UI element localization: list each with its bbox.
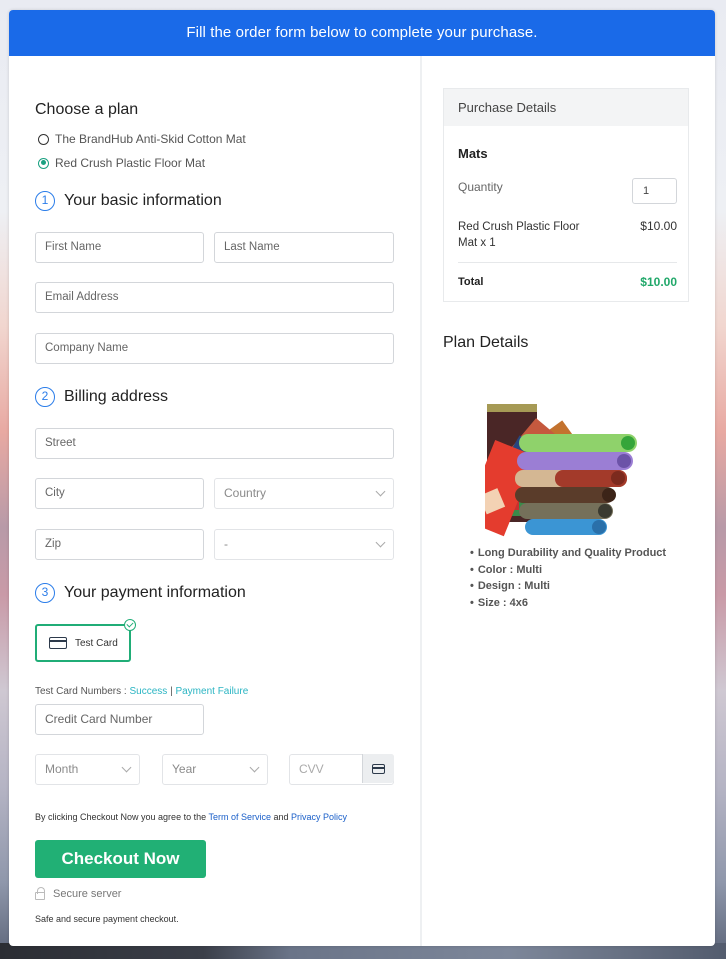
year-select[interactable]: Year [162,754,268,785]
checkout-now-button[interactable]: Checkout Now [35,840,206,878]
step-number-badge: 1 [35,191,55,211]
last-name-input[interactable]: Last Name [214,232,394,263]
product-image [485,404,637,537]
order-form-card: Fill the order form below to complete yo… [9,10,715,946]
terms-prefix: By clicking Checkout Now you agree to th… [35,812,207,822]
chevron-down-icon [249,762,260,773]
country-select[interactable]: Country [214,478,394,509]
choose-plan-heading: Choose a plan [35,101,139,118]
total-label: Total [458,276,484,288]
feature-item: Size : 4x6 [470,595,666,612]
plan-option-label: Red Crush Plastic Floor Mat [55,156,206,170]
first-name-input[interactable]: First Name [35,232,204,263]
secure-server-note: Secure server [35,887,122,900]
test-card-numbers: Test Card Numbers : Success | Payment Fa… [35,686,248,697]
payment-failure-link[interactable]: Payment Failure [175,686,248,697]
month-select-value: Month [45,762,79,776]
quantity-label: Quantity [458,180,503,194]
plan-option-plastic-mat[interactable]: Red Crush Plastic Floor Mat [38,156,205,170]
form-column: Choose a plan The BrandHub Anti-Skid Cot… [9,56,422,946]
credit-card-icon [372,763,385,774]
street-input[interactable]: Street [35,428,394,459]
section-basic-info-title: 1 Your basic information [35,191,222,211]
feature-item: Long Durability and Quality Product [470,545,666,562]
secure-server-label: Secure server [53,888,122,900]
plan-option-label: The BrandHub Anti-Skid Cotton Mat [55,132,246,146]
section-billing-title: 2 Billing address [35,387,168,407]
month-select[interactable]: Month [35,754,140,785]
chevron-down-icon [375,537,386,548]
section-title-text: Billing address [64,388,169,405]
quantity-input[interactable]: 1 [632,178,677,204]
feature-item: Design : Multi [470,578,666,595]
summary-column: Purchase Details Mats Quantity 1 Red Cru… [424,56,715,946]
purchase-details-box: Purchase Details Mats Quantity 1 Red Cru… [443,88,689,302]
radio-button[interactable] [38,133,49,145]
credit-card-number-input[interactable]: Credit Card Number [35,704,204,735]
test-card-numbers-label: Test Card Numbers : [35,686,127,697]
terms-and: and [273,812,289,822]
product-category: Mats [458,146,488,161]
step-number-badge: 2 [35,387,55,407]
plan-details-heading: Plan Details [443,334,529,351]
terms-text: By clicking Checkout Now you agree to th… [35,812,347,822]
plan-option-cotton-mat[interactable]: The BrandHub Anti-Skid Cotton Mat [38,132,246,146]
year-select-value: Year [172,762,197,776]
feature-item: Color : Multi [470,562,666,579]
company-name-input[interactable]: Company Name [35,333,394,364]
payment-method-test-card[interactable]: Test Card [35,619,136,662]
credit-card-icon [49,637,67,649]
section-title-text: Your basic information [64,192,222,209]
radio-button-selected[interactable] [38,157,49,169]
line-item-name: Red Crush Plastic Floor Mat x 1 [458,221,580,249]
section-title-text: Your payment information [64,584,246,601]
zip-input[interactable]: Zip [35,529,204,560]
plan-features-list: Long Durability and Quality Product Colo… [470,545,666,611]
chevron-down-icon [121,762,132,773]
link-separator: | [170,686,173,697]
country-select-value: Country [224,486,267,500]
header-banner: Fill the order form below to complete yo… [9,10,715,56]
state-select[interactable]: - [214,529,394,560]
divider [458,262,677,263]
success-link[interactable]: Success [129,686,167,697]
section-payment-title: 3 Your payment information [35,583,246,603]
check-circle-icon [124,619,136,631]
privacy-policy-link[interactable]: Privacy Policy [291,812,347,822]
payment-method-label: Test Card [75,637,118,649]
email-input[interactable]: Email Address [35,282,394,313]
cvv-card-button[interactable] [362,754,394,783]
state-select-value: - [224,537,228,551]
terms-of-service-link[interactable]: Term of Service [208,812,271,822]
chevron-down-icon [375,486,386,497]
safe-checkout-text: Safe and secure payment checkout. [35,914,179,924]
line-item-price: $10.00 [640,219,677,233]
purchase-details-heading: Purchase Details [444,89,688,126]
step-number-badge: 3 [35,583,55,603]
city-input[interactable]: City [35,478,204,509]
total-value: $10.00 [640,275,677,289]
lock-icon [35,887,45,900]
